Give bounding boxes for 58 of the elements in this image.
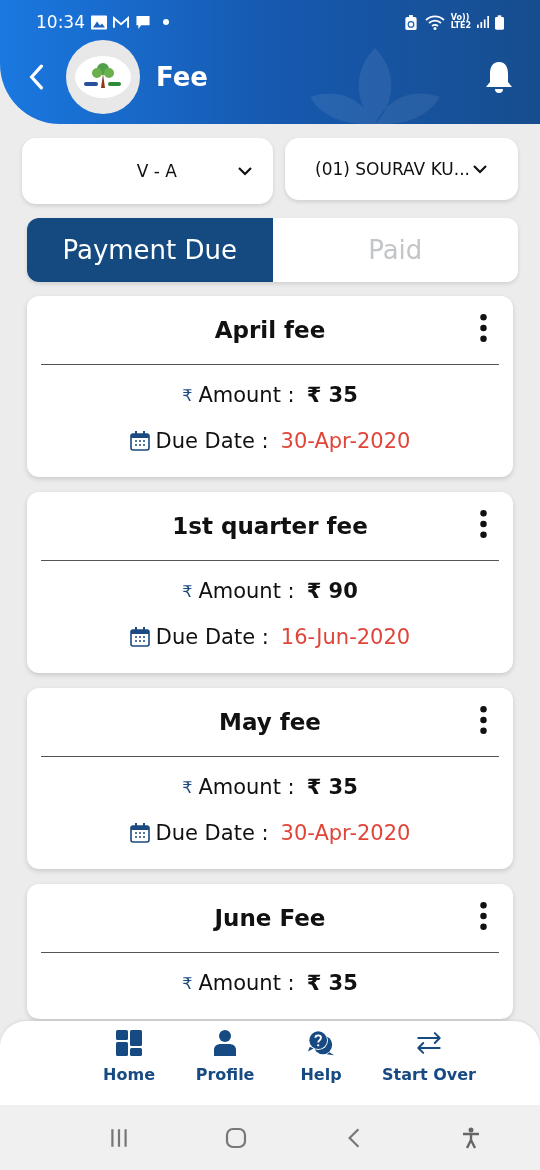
calendar-icon	[129, 431, 150, 451]
wifi-icon	[424, 14, 445, 30]
network-label: LTE2	[450, 22, 471, 30]
due-date-label: Due Date :	[155, 625, 269, 649]
rupee-icon: ₹	[182, 385, 193, 405]
nav-item[interactable]: Help	[280, 1021, 363, 1105]
amount-value: ₹ 35	[306, 971, 358, 995]
dropdown[interactable]: (01) SOURAV KU...	[285, 138, 518, 200]
leaf-decoration-icon	[310, 48, 440, 124]
image-icon	[91, 14, 107, 30]
fee-title: April fee	[214, 317, 326, 343]
rupee-icon: ₹	[182, 973, 193, 993]
calendar-icon	[129, 823, 150, 843]
tree-logo-icon	[66, 40, 140, 114]
signal-icon	[477, 15, 489, 29]
amount-label: Amount :	[198, 579, 295, 603]
chevron-down-icon	[237, 166, 253, 176]
fee-title: May fee	[219, 709, 321, 735]
fee-title: 1st quarter fee	[172, 513, 368, 539]
battery-saver-icon	[402, 14, 419, 30]
more-options-icon[interactable]	[480, 902, 487, 930]
due-date-value: 30-Apr-2020	[280, 821, 411, 845]
calendar-icon	[129, 627, 150, 647]
bell-icon[interactable]	[484, 60, 514, 94]
message-icon	[135, 14, 151, 30]
amount-value: ₹ 35	[306, 383, 358, 407]
due-date-label: Due Date :	[155, 821, 269, 845]
nav-item[interactable]: Profile	[184, 1021, 267, 1105]
more-options-icon[interactable]	[480, 510, 487, 538]
home-icon[interactable]	[225, 1126, 248, 1149]
help-chat-icon	[307, 1029, 336, 1057]
due-date-label: Due Date :	[155, 429, 269, 453]
rupee-icon: ₹	[182, 777, 193, 797]
grid-icon	[115, 1029, 144, 1057]
fee-title: June Fee	[214, 905, 326, 931]
notification-dot-icon	[163, 19, 169, 25]
battery-icon	[495, 14, 504, 30]
tab[interactable]: Payment Due	[27, 218, 273, 282]
more-options-icon[interactable]	[480, 314, 487, 342]
page-title: Fee	[156, 62, 208, 92]
rupee-icon: ₹	[182, 581, 193, 601]
chevron-down-icon	[472, 164, 488, 174]
mail-icon	[113, 14, 129, 30]
nav-item[interactable]: Start Over	[376, 1021, 482, 1105]
amount-label: Amount :	[198, 775, 295, 799]
back-icon[interactable]	[28, 64, 44, 90]
due-date-value: 30-Apr-2020	[280, 429, 411, 453]
swap-arrows-icon	[415, 1029, 443, 1057]
amount-label: Amount :	[198, 383, 295, 407]
more-options-icon[interactable]	[480, 706, 487, 734]
status-time: 10:34	[36, 12, 85, 32]
nav-item[interactable]: Home	[88, 1021, 171, 1105]
network-label: Vo))	[450, 14, 470, 22]
amount-label: Amount :	[198, 971, 295, 995]
due-date-value: 16-Jun-2020	[280, 625, 411, 649]
dropdown[interactable]: V - A	[22, 138, 273, 204]
amount-value: ₹ 35	[306, 775, 358, 799]
amount-value: ₹ 90	[306, 579, 358, 603]
